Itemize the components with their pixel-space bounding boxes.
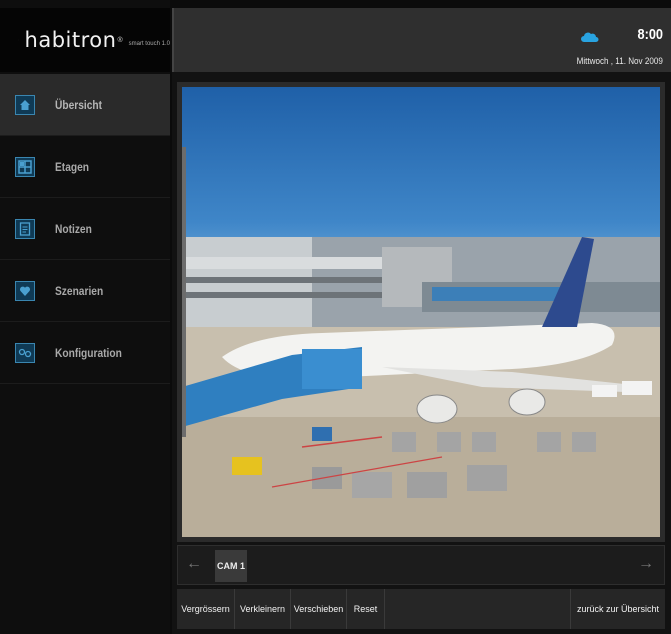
clock-time: 8:00: [637, 26, 663, 43]
sidebar-item-konfiguration[interactable]: Konfiguration: [0, 322, 170, 384]
floorplan-icon: [15, 156, 35, 177]
sidebar: habitron ® smart touch 1.0 Übersicht Eta…: [0, 0, 170, 634]
clock-date: Mittwoch , 11. Nov 2009: [576, 56, 663, 66]
main-panel: 8:00 Mittwoch , 11. Nov 2009 ← CAM 1 → V…: [172, 8, 671, 634]
toolbar-spacer: [385, 589, 571, 629]
sidebar-item-label: Etagen: [55, 159, 90, 174]
logo-icon: [18, 39, 19, 41]
notes-icon: [15, 218, 35, 239]
sidebar-item-label: Konfiguration: [55, 345, 122, 360]
config-icon: [15, 342, 35, 363]
reset-button[interactable]: Reset: [347, 589, 385, 629]
app-logo: habitron ® smart touch 1.0: [0, 8, 170, 72]
camera-image: [182, 147, 660, 537]
back-to-overview-button[interactable]: zurück zur Übersicht: [571, 589, 665, 629]
logo-registered: ®: [117, 36, 123, 44]
header-bar: 8:00 Mittwoch , 11. Nov 2009: [172, 8, 671, 72]
camera-toolbar: Vergrössern Verkleinern Verschieben Rese…: [177, 589, 665, 629]
sidebar-item-label: Szenarien: [55, 283, 104, 298]
sidebar-item-etagen[interactable]: Etagen: [0, 136, 170, 198]
sidebar-item-szenarien[interactable]: Szenarien: [0, 260, 170, 322]
zoom-in-button[interactable]: Vergrössern: [177, 589, 235, 629]
sidebar-item-notizen[interactable]: Notizen: [0, 198, 170, 260]
heart-icon: [15, 280, 35, 301]
camera-frame: [177, 82, 665, 542]
logo-text: habitron: [24, 28, 117, 52]
sidebar-item-uebersicht[interactable]: Übersicht: [0, 74, 170, 136]
tab-cam-1[interactable]: CAM 1: [215, 550, 247, 582]
zoom-out-button[interactable]: Verkleinern: [235, 589, 291, 629]
cloud-icon: [581, 32, 599, 42]
camera-view[interactable]: [182, 87, 660, 537]
camera-selector-bar: ← CAM 1 →: [177, 545, 665, 585]
arrow-left-icon[interactable]: ←: [186, 555, 202, 573]
arrow-right-icon[interactable]: →: [638, 555, 654, 573]
sidebar-item-label: Übersicht: [55, 97, 103, 112]
main-nav: Übersicht Etagen Notizen Szenarien Konfi…: [0, 74, 170, 384]
sidebar-item-label: Notizen: [55, 221, 92, 236]
pan-button[interactable]: Verschieben: [291, 589, 347, 629]
home-icon: [15, 94, 35, 115]
logo-subtitle: smart touch 1.0: [128, 41, 170, 47]
